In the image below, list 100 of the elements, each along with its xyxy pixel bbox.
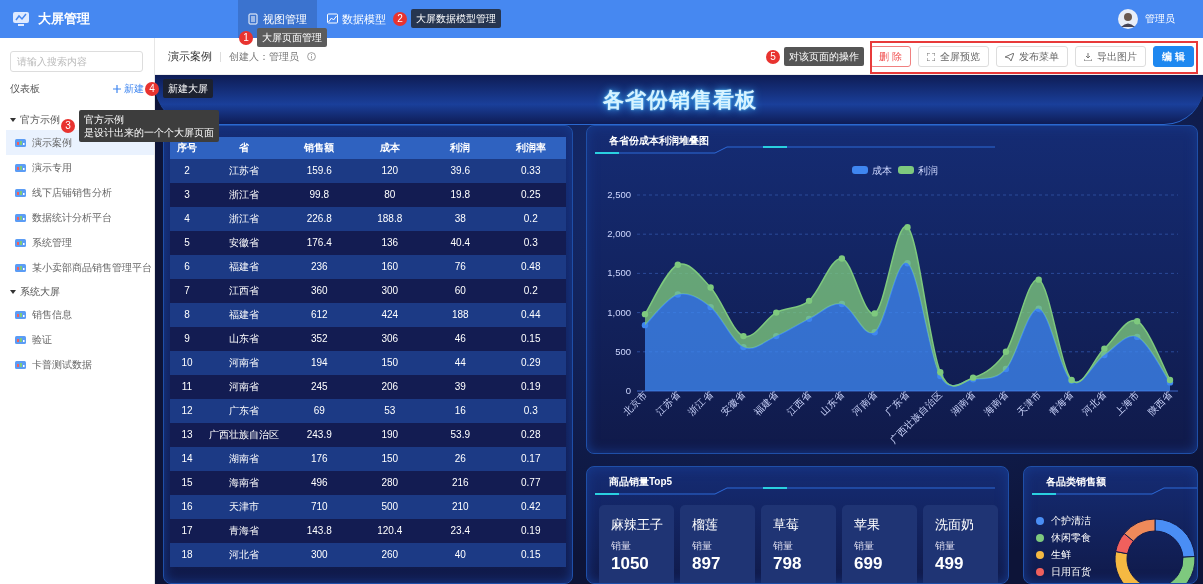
- table-cell: 广西壮族自治区: [204, 423, 284, 447]
- page-title: 演示案例: [168, 49, 212, 64]
- sales-label: 销量: [854, 540, 875, 551]
- axis-label: 1,500: [607, 267, 631, 279]
- table-cell: 0.19: [495, 519, 566, 543]
- table-cell: 河南省: [204, 351, 284, 375]
- table-cell: 80: [354, 183, 425, 207]
- table-cell: 16: [425, 399, 496, 423]
- table-cell: 496: [284, 471, 355, 495]
- axis-label: 青海省: [1047, 388, 1076, 418]
- product-name: 草莓: [773, 519, 800, 532]
- table-cell: 39: [425, 375, 496, 399]
- panel-title: 各省份成本利润堆叠图: [609, 134, 709, 148]
- table-cell: 99.8: [284, 183, 355, 207]
- tooltip-text: 新建大屏: [168, 82, 208, 95]
- table-cell: 500: [354, 495, 425, 519]
- table-cell: 安徽省: [204, 231, 284, 255]
- sales-value: 699: [854, 554, 884, 572]
- sales-value: 798: [773, 554, 803, 572]
- table-cell: 26: [425, 447, 496, 471]
- table-cell: 14: [170, 447, 204, 471]
- axis-label: 山东省: [817, 388, 847, 418]
- user-name: 管理员: [1145, 12, 1175, 26]
- table-cell: 206: [354, 375, 425, 399]
- sales-value: 499: [935, 554, 965, 572]
- table-cell: 福建省: [204, 255, 284, 279]
- panel-title: 各品类销售额: [1046, 475, 1106, 489]
- table-cell: 0.2: [495, 207, 566, 231]
- table-cell: 300: [354, 279, 425, 303]
- legend-label: 利润: [918, 165, 938, 176]
- table-cell: 15: [170, 471, 204, 495]
- axis-label: 江苏省: [653, 388, 683, 418]
- table-cell: 120: [354, 159, 425, 183]
- axis-label: 0: [625, 385, 631, 396]
- table-cell: 612: [284, 303, 355, 327]
- table-cell: 226.8: [284, 207, 355, 231]
- legend-label: 生鲜: [1051, 548, 1071, 562]
- axis-label: 江西省: [784, 388, 814, 418]
- table-cell: 194: [284, 351, 355, 375]
- legend-label: 成本: [872, 165, 892, 176]
- product-name: 榴莲: [692, 519, 719, 532]
- table-cell: 18: [170, 543, 204, 567]
- table-cell: 40.4: [425, 231, 496, 255]
- axis-label: 河北省: [1079, 388, 1109, 418]
- dashboard-title: 各省份销售看板: [602, 86, 757, 113]
- table-cell: 188: [425, 303, 496, 327]
- table-cell: 190: [354, 423, 425, 447]
- table-cell: 710: [284, 495, 355, 519]
- table-cell: 青海省: [204, 519, 284, 543]
- table-cell: 17: [170, 519, 204, 543]
- table-cell: 0.25: [495, 183, 566, 207]
- table-cell: 0.15: [495, 543, 566, 567]
- table-cell: 260: [354, 543, 425, 567]
- column-header: 省: [204, 137, 284, 159]
- table-cell: 0.44: [495, 303, 566, 327]
- axis-label: 陕西省: [1145, 388, 1175, 418]
- table-cell: 河南省: [204, 375, 284, 399]
- table-cell: 9: [170, 327, 204, 351]
- table-cell: 福建省: [204, 303, 284, 327]
- table-cell: 0.17: [495, 447, 566, 471]
- table-cell: 海南省: [204, 471, 284, 495]
- legend-label: 休闲零食: [1051, 531, 1091, 545]
- table-cell: 44: [425, 351, 496, 375]
- table-cell: 188.8: [354, 207, 425, 231]
- sales-label: 销量: [935, 540, 956, 551]
- table-cell: 0.77: [495, 471, 566, 495]
- table-cell: 广东省: [204, 399, 284, 423]
- table-cell: 143.8: [284, 519, 355, 543]
- axis-label: 上海市: [1112, 388, 1142, 418]
- app-title: 大屏管理: [38, 10, 90, 28]
- table-cell: 280: [354, 471, 425, 495]
- axis-label: 1,000: [607, 306, 631, 318]
- table-cell: 19.8: [425, 183, 496, 207]
- table-cell: 76: [425, 255, 496, 279]
- table-cell: 10: [170, 351, 204, 375]
- table-cell: 40: [425, 543, 496, 567]
- axis-label: 天津市: [1014, 388, 1044, 418]
- table-cell: 3: [170, 183, 204, 207]
- table-cell: 0.48: [495, 255, 566, 279]
- column-header: 销售额: [284, 137, 355, 159]
- table-cell: 浙江省: [204, 207, 284, 231]
- product-name: 麻辣王子: [611, 519, 664, 532]
- column-header: 利润: [425, 137, 496, 159]
- axis-label: 海南省: [981, 388, 1011, 418]
- sales-label: 销量: [611, 540, 632, 551]
- sales-value: 1050: [611, 554, 650, 572]
- table-cell: 0.2: [495, 279, 566, 303]
- legend-label: 个护清洁: [1051, 514, 1091, 528]
- table-cell: 天津市: [204, 495, 284, 519]
- tooltip-text: 大屏数据模型管理: [416, 12, 496, 25]
- table-cell: 浙江省: [204, 183, 284, 207]
- table-cell: 159.6: [284, 159, 355, 183]
- sales-value: 897: [692, 554, 722, 572]
- table-cell: 0.33: [495, 159, 566, 183]
- table-cell: 5: [170, 231, 204, 255]
- table-cell: 360: [284, 279, 355, 303]
- table-cell: 300: [284, 543, 355, 567]
- legend-label: 日用百货: [1051, 565, 1091, 579]
- table-cell: 424: [354, 303, 425, 327]
- axis-label: 湖南省: [948, 388, 978, 418]
